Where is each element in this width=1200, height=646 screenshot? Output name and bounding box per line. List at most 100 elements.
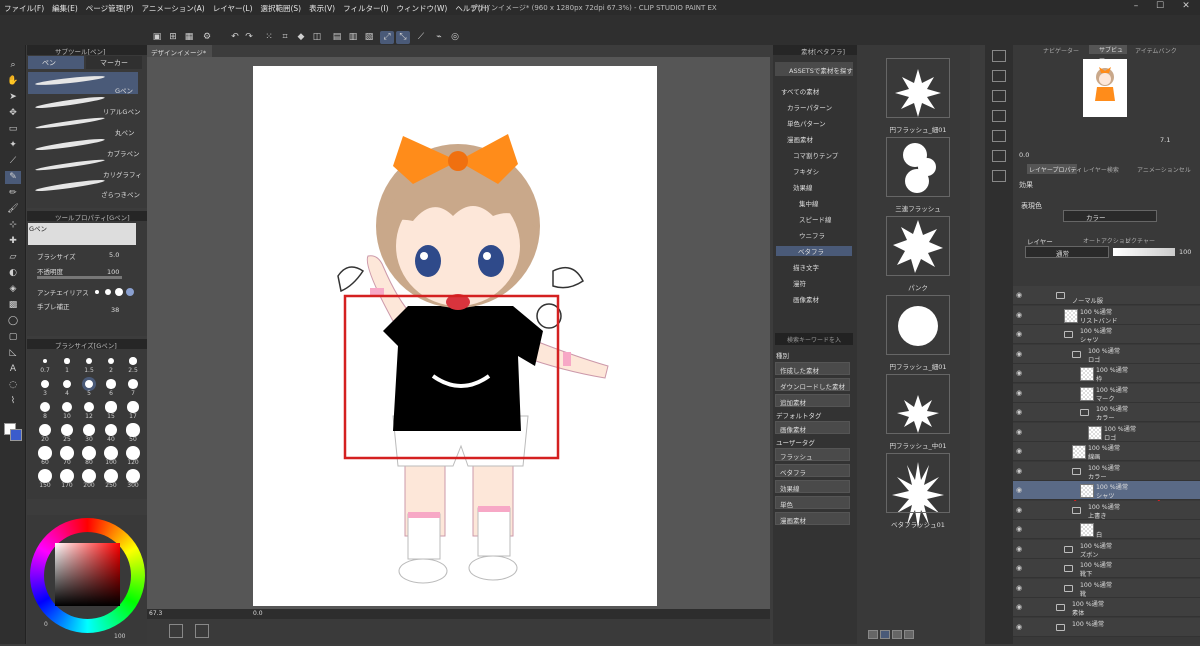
- visibility-icon[interactable]: ◉: [1016, 389, 1022, 397]
- blend-mode-select[interactable]: 通常: [1025, 246, 1109, 258]
- eyedropper-icon[interactable]: ⟋: [5, 155, 21, 168]
- folder-icon[interactable]: [1056, 604, 1065, 611]
- material-tree-item[interactable]: 画像素材: [793, 294, 819, 304]
- folder-icon[interactable]: [1064, 331, 1073, 338]
- brush-size-dot[interactable]: [104, 446, 118, 460]
- layer-name[interactable]: シャツ: [1080, 335, 1099, 344]
- undo-icon[interactable]: ↶: [228, 31, 242, 44]
- menu-view[interactable]: 表示(V): [305, 0, 339, 14]
- folder-icon[interactable]: [1056, 292, 1065, 299]
- visibility-icon[interactable]: ◉: [1016, 545, 1022, 553]
- tag-button[interactable]: 漫画素材: [775, 512, 850, 525]
- layer-opacity-value[interactable]: 100: [1179, 248, 1191, 256]
- material-tree-item[interactable]: コマ割りテンプ: [793, 150, 838, 160]
- layer-name[interactable]: ロゴ: [1104, 433, 1116, 442]
- layer-name[interactable]: ロゴ: [1088, 355, 1100, 364]
- antialias-selector[interactable]: [95, 288, 135, 296]
- tab-pen[interactable]: ペン: [28, 56, 84, 69]
- ruler-tool-icon[interactable]: ◺: [5, 347, 21, 360]
- decoration-icon[interactable]: ✚: [5, 235, 21, 248]
- help-icon[interactable]: ◎: [448, 31, 462, 44]
- figure-icon[interactable]: ◯: [5, 315, 21, 328]
- brush-size-dot[interactable]: [126, 469, 140, 483]
- brush-size-dot[interactable]: [41, 380, 49, 388]
- material-thumb[interactable]: [886, 453, 950, 513]
- pen-icon[interactable]: ✎: [5, 171, 21, 184]
- menu-layer[interactable]: レイヤー(L): [209, 0, 257, 14]
- folder-icon[interactable]: [1072, 467, 1081, 475]
- brush-size-dot[interactable]: [126, 423, 140, 437]
- layer-name[interactable]: マーク: [1096, 394, 1115, 403]
- layer-name[interactable]: 素体: [1072, 608, 1084, 617]
- correct-line-icon[interactable]: ⌇: [5, 395, 21, 408]
- zoom-value[interactable]: 67.3: [149, 610, 162, 617]
- layer-row[interactable]: [1013, 286, 1200, 305]
- stabilization-value[interactable]: 38: [111, 306, 119, 314]
- tab-subview[interactable]: サブビュー: [1089, 45, 1127, 63]
- select-all-icon[interactable]: ⌗: [278, 31, 292, 44]
- subtool-item-label[interactable]: カブラペン: [107, 148, 140, 158]
- brush-size-dot[interactable]: [104, 469, 118, 483]
- visibility-icon[interactable]: ◉: [1016, 506, 1022, 514]
- open-icon[interactable]: ⊞: [166, 31, 180, 44]
- layer-search-icon[interactable]: [992, 130, 1006, 142]
- layer-name[interactable]: 枠: [1096, 374, 1102, 383]
- save-icon[interactable]: ▦: [182, 31, 196, 44]
- layer-name[interactable]: 線画: [1088, 452, 1100, 461]
- tab-layer[interactable]: レイヤー: [1027, 236, 1053, 246]
- material-tree-item[interactable]: すべての素材: [781, 86, 819, 96]
- material-tree-item[interactable]: カラーパターン: [787, 102, 832, 112]
- visibility-icon[interactable]: ◉: [1016, 467, 1022, 475]
- view-list-icon[interactable]: [868, 630, 878, 639]
- visibility-icon[interactable]: ◉: [1016, 408, 1022, 416]
- layout-icon[interactable]: [169, 624, 183, 638]
- stabilizer-icon[interactable]: ⌁: [432, 31, 446, 44]
- layer-name[interactable]: ノーマル服: [1072, 296, 1103, 305]
- brush-size-dot[interactable]: [39, 401, 51, 413]
- fill-icon[interactable]: ◆: [294, 31, 308, 44]
- layer-row[interactable]: [1013, 617, 1200, 637]
- subtool-item-label[interactable]: カリグラフィ: [103, 169, 142, 179]
- ruler-icon[interactable]: ▥: [346, 31, 360, 44]
- tag-button[interactable]: 画像素材: [775, 421, 850, 434]
- material-search-input[interactable]: 検索キーワードを入: [775, 333, 853, 345]
- fill-bucket-icon[interactable]: ◈: [5, 283, 21, 296]
- deselect-icon[interactable]: ⁙: [262, 31, 276, 44]
- new-icon[interactable]: ▣: [150, 31, 164, 44]
- layer-name[interactable]: 靴下: [1080, 569, 1092, 578]
- visibility-icon[interactable]: ◉: [1016, 311, 1022, 319]
- grid-icon[interactable]: ▤: [330, 31, 344, 44]
- brush-size-dot[interactable]: [38, 446, 52, 460]
- visibility-icon[interactable]: ◉: [1016, 564, 1022, 572]
- folder-icon[interactable]: [1056, 623, 1065, 631]
- page-icon[interactable]: [195, 624, 209, 638]
- visibility-icon[interactable]: ◉: [1016, 486, 1022, 494]
- sub-color-swatch[interactable]: [10, 429, 22, 441]
- layer-row[interactable]: [1013, 598, 1200, 617]
- visibility-icon[interactable]: ◉: [1016, 525, 1022, 533]
- eraser-icon[interactable]: ▱: [5, 251, 21, 264]
- brush-size-dot[interactable]: [39, 424, 51, 436]
- material-tree-item[interactable]: 単色パターン: [787, 118, 826, 128]
- material-tree-item[interactable]: ウニフラ: [799, 230, 825, 240]
- stroke-correct-icon[interactable]: ⤢: [380, 31, 394, 44]
- frame-border-icon[interactable]: ▢: [5, 331, 21, 344]
- brush-size-value[interactable]: 5.0: [109, 251, 119, 259]
- subview-icon[interactable]: [992, 70, 1006, 82]
- animation-icon[interactable]: [992, 150, 1006, 162]
- brush-size-dot[interactable]: [82, 446, 96, 460]
- brush-size-dot[interactable]: [85, 357, 92, 364]
- menu-selection[interactable]: 選択範囲(S): [257, 0, 306, 14]
- brush-icon[interactable]: 🖌: [5, 203, 21, 216]
- brush-size-dot[interactable]: [129, 357, 137, 365]
- menu-page[interactable]: ページ管理(P): [82, 0, 138, 14]
- blend-icon[interactable]: ◐: [5, 267, 21, 280]
- folder-icon[interactable]: [1064, 565, 1073, 572]
- brush-size-dot[interactable]: [127, 401, 139, 413]
- tag-button[interactable]: 効果線: [775, 480, 850, 493]
- visibility-icon[interactable]: ◉: [1016, 369, 1022, 377]
- tag-button[interactable]: ダウンロードした素材: [775, 378, 850, 391]
- layer-name[interactable]: カラー: [1096, 413, 1115, 422]
- close-window-button[interactable]: ✕: [1178, 1, 1194, 13]
- history-icon[interactable]: [992, 170, 1006, 182]
